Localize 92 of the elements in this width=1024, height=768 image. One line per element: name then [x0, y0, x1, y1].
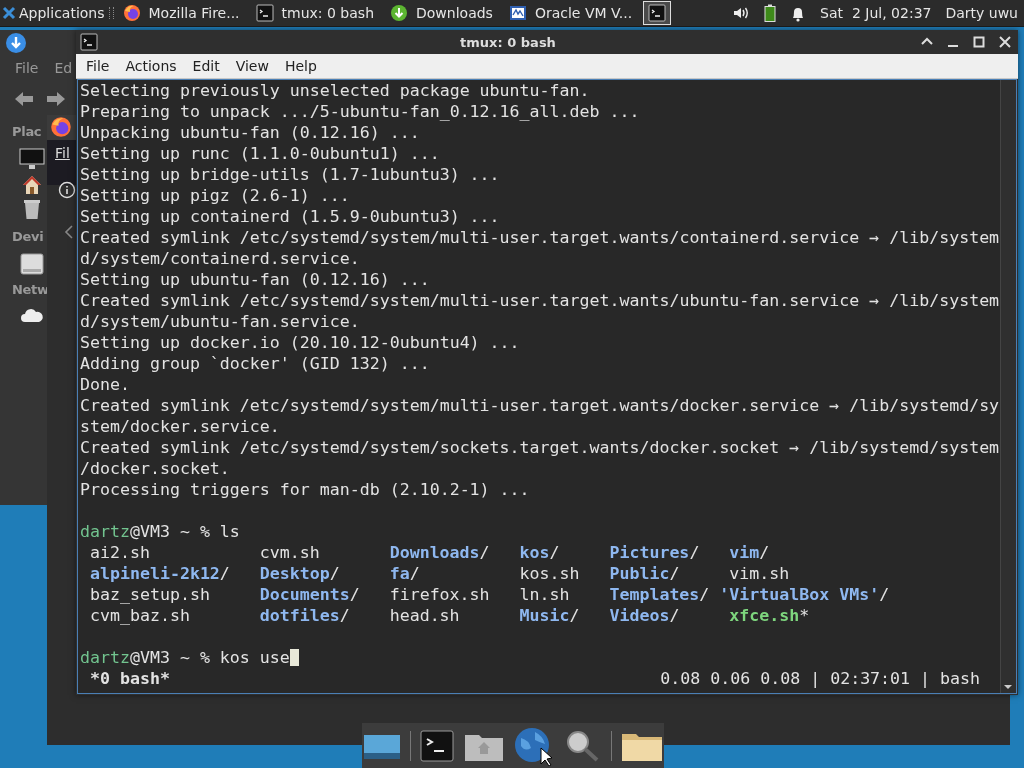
taskbar-button[interactable]: Oracle VM V... [503, 1, 644, 25]
file-name: fa/ [388, 563, 421, 584]
terminal-line: Setting up containerd (1.5.9-0ubuntu3) ... [80, 206, 501, 227]
chart-window-icon [508, 4, 527, 22]
file-name: Desktop/ [258, 563, 341, 584]
menu-item[interactable]: File [78, 56, 118, 76]
volume-icon[interactable] [732, 5, 751, 21]
terminal-line: d/system/ubuntu-fan.service. [80, 311, 361, 332]
taskbar-button[interactable]: Mozilla Fire... [117, 1, 251, 25]
terminal-line: Created symlink /etc/systemd/system/multi-user.target.wants/ubuntu-fan.service → /lib/system [80, 290, 1000, 311]
file-name: Public/ [608, 563, 681, 584]
file-name: 'VirtualBox VMs'/ [719, 584, 891, 605]
file-name: ln.sh [518, 584, 571, 605]
file-name: dotfiles/ [258, 605, 351, 626]
download-icon [390, 4, 408, 22]
file-name: vim.sh [728, 563, 791, 584]
tmux-status: 0.08 0.06 0.08 | 02:37:01 | bash [660, 668, 981, 689]
file-name: alpineli-2k12/ [89, 563, 231, 584]
menu-item[interactable]: Edit [184, 56, 228, 76]
prompt-line: dartz@VM3 ~ % kos use [80, 648, 290, 667]
terminal-line: Unpacking ubuntu-fan (0.12.16) ... [80, 122, 421, 143]
info-icon[interactable] [58, 181, 76, 199]
firefox-icon [122, 4, 141, 22]
menu-item[interactable]: Help [276, 56, 325, 76]
close-icon[interactable] [996, 34, 1014, 50]
x-logo-icon [2, 6, 16, 20]
menu-item[interactable]: File [15, 60, 39, 76]
file-name: cvm_baz.sh [89, 605, 191, 626]
file-name: firefox.sh [388, 584, 491, 605]
forward-icon[interactable] [45, 90, 67, 108]
taskbar-button[interactable]: Downloads [385, 1, 504, 25]
window-title: tmux: 0 bash [459, 34, 557, 50]
file-name: Videos/ [608, 605, 681, 626]
terminal-icon [255, 4, 274, 22]
terminal-line: Setting up pigz (2.6-1) ... [80, 185, 351, 206]
file-name: Pictures/ [608, 542, 701, 563]
taskbar-button[interactable]: tmux: 0 bash [250, 1, 385, 25]
monitor-icon[interactable] [19, 148, 45, 170]
globe-icon[interactable] [513, 725, 555, 766]
file-name: cvm.sh [258, 542, 321, 563]
drive-icon[interactable] [20, 252, 44, 276]
taskbar-button[interactable] [643, 1, 672, 25]
text-cursor [289, 649, 299, 666]
file-name: ai2.sh [89, 542, 151, 563]
file-name: Downloads/ [388, 542, 491, 563]
firefox-icon[interactable] [50, 116, 72, 138]
file-name: Documents/ [258, 584, 361, 605]
file-name: baz_setup.sh [89, 584, 211, 605]
file-name: Templates/ [608, 584, 711, 605]
user-name[interactable]: Darty uwu [945, 5, 1018, 21]
terminal-line: Setting up docker.io (20.10.12-0ubuntu4) ... [80, 332, 521, 353]
terminal-line: stem/docker.service. [80, 416, 281, 437]
download-icon [5, 32, 27, 54]
window-icon [80, 33, 98, 51]
menu-item[interactable]: Actions [117, 56, 185, 76]
tmux-window-label: *0 bash* [90, 668, 170, 689]
terminal-line: Adding group `docker' (GID 132) ... [80, 353, 431, 374]
file-name: xfce.sh* [728, 605, 811, 626]
terminal-line: Processing triggers for man-db (2.10.2-1) ... [80, 479, 531, 500]
trash-icon[interactable] [23, 198, 41, 220]
terminal-line: Setting up ubuntu-fan (0.12.16) ... [80, 269, 431, 290]
terminal-line: Setting up bridge-utils (1.7-1ubuntu3) ... [80, 164, 501, 185]
clock[interactable]: Sat 2 Jul, 02:37 [820, 5, 932, 21]
terminal-line: Created symlink /etc/systemd/system/multi-user.target.wants/docker.service → /lib/systemd/sy [80, 395, 1000, 416]
menu-item[interactable]: Fil [55, 145, 70, 161]
terminal-line: d/system/containerd.service. [80, 248, 361, 269]
file-name: vim/ [728, 542, 771, 563]
file-name: kos/ [518, 542, 561, 563]
back-icon[interactable] [64, 225, 74, 239]
home-icon[interactable] [22, 175, 42, 195]
scrollbar[interactable] [1000, 80, 1016, 693]
prompt-line: dartz@VM3 ~ % ls [80, 521, 241, 542]
menu-item[interactable]: Ed [54, 60, 73, 76]
terminal-line: Created symlink /etc/systemd/system/multi-user.target.wants/containerd.service → /lib/system [80, 227, 1000, 248]
battery-icon[interactable] [764, 4, 777, 22]
terminal-line: Preparing to unpack .../5-ubuntu-fan_0.12.16_all.deb ... [80, 101, 641, 122]
terminal-line: Done. [80, 374, 131, 395]
terminal-line: Selecting previously unselected package ubuntu-fan. [80, 80, 591, 101]
section-heading: Devi [12, 229, 44, 244]
terminal-line: Created symlink /etc/systemd/system/sockets.target.wants/docker.socket → /lib/systemd/system [80, 437, 1000, 458]
file-name: Music/ [518, 605, 581, 626]
menu-item[interactable]: View [227, 56, 277, 76]
file-name: kos.sh [518, 563, 581, 584]
back-icon[interactable] [13, 90, 35, 108]
terminal-line: /docker.socket. [80, 458, 231, 479]
section-heading: Plac [12, 124, 42, 139]
applications-menu[interactable]: Applications [0, 0, 109, 26]
section-heading: Netw [12, 282, 49, 297]
terminal-icon [648, 4, 667, 22]
terminal-line: Setting up runc (1.1.0-0ubuntu1) ... [80, 143, 441, 164]
file-name: head.sh [388, 605, 461, 626]
terminal-icon[interactable] [419, 728, 455, 763]
